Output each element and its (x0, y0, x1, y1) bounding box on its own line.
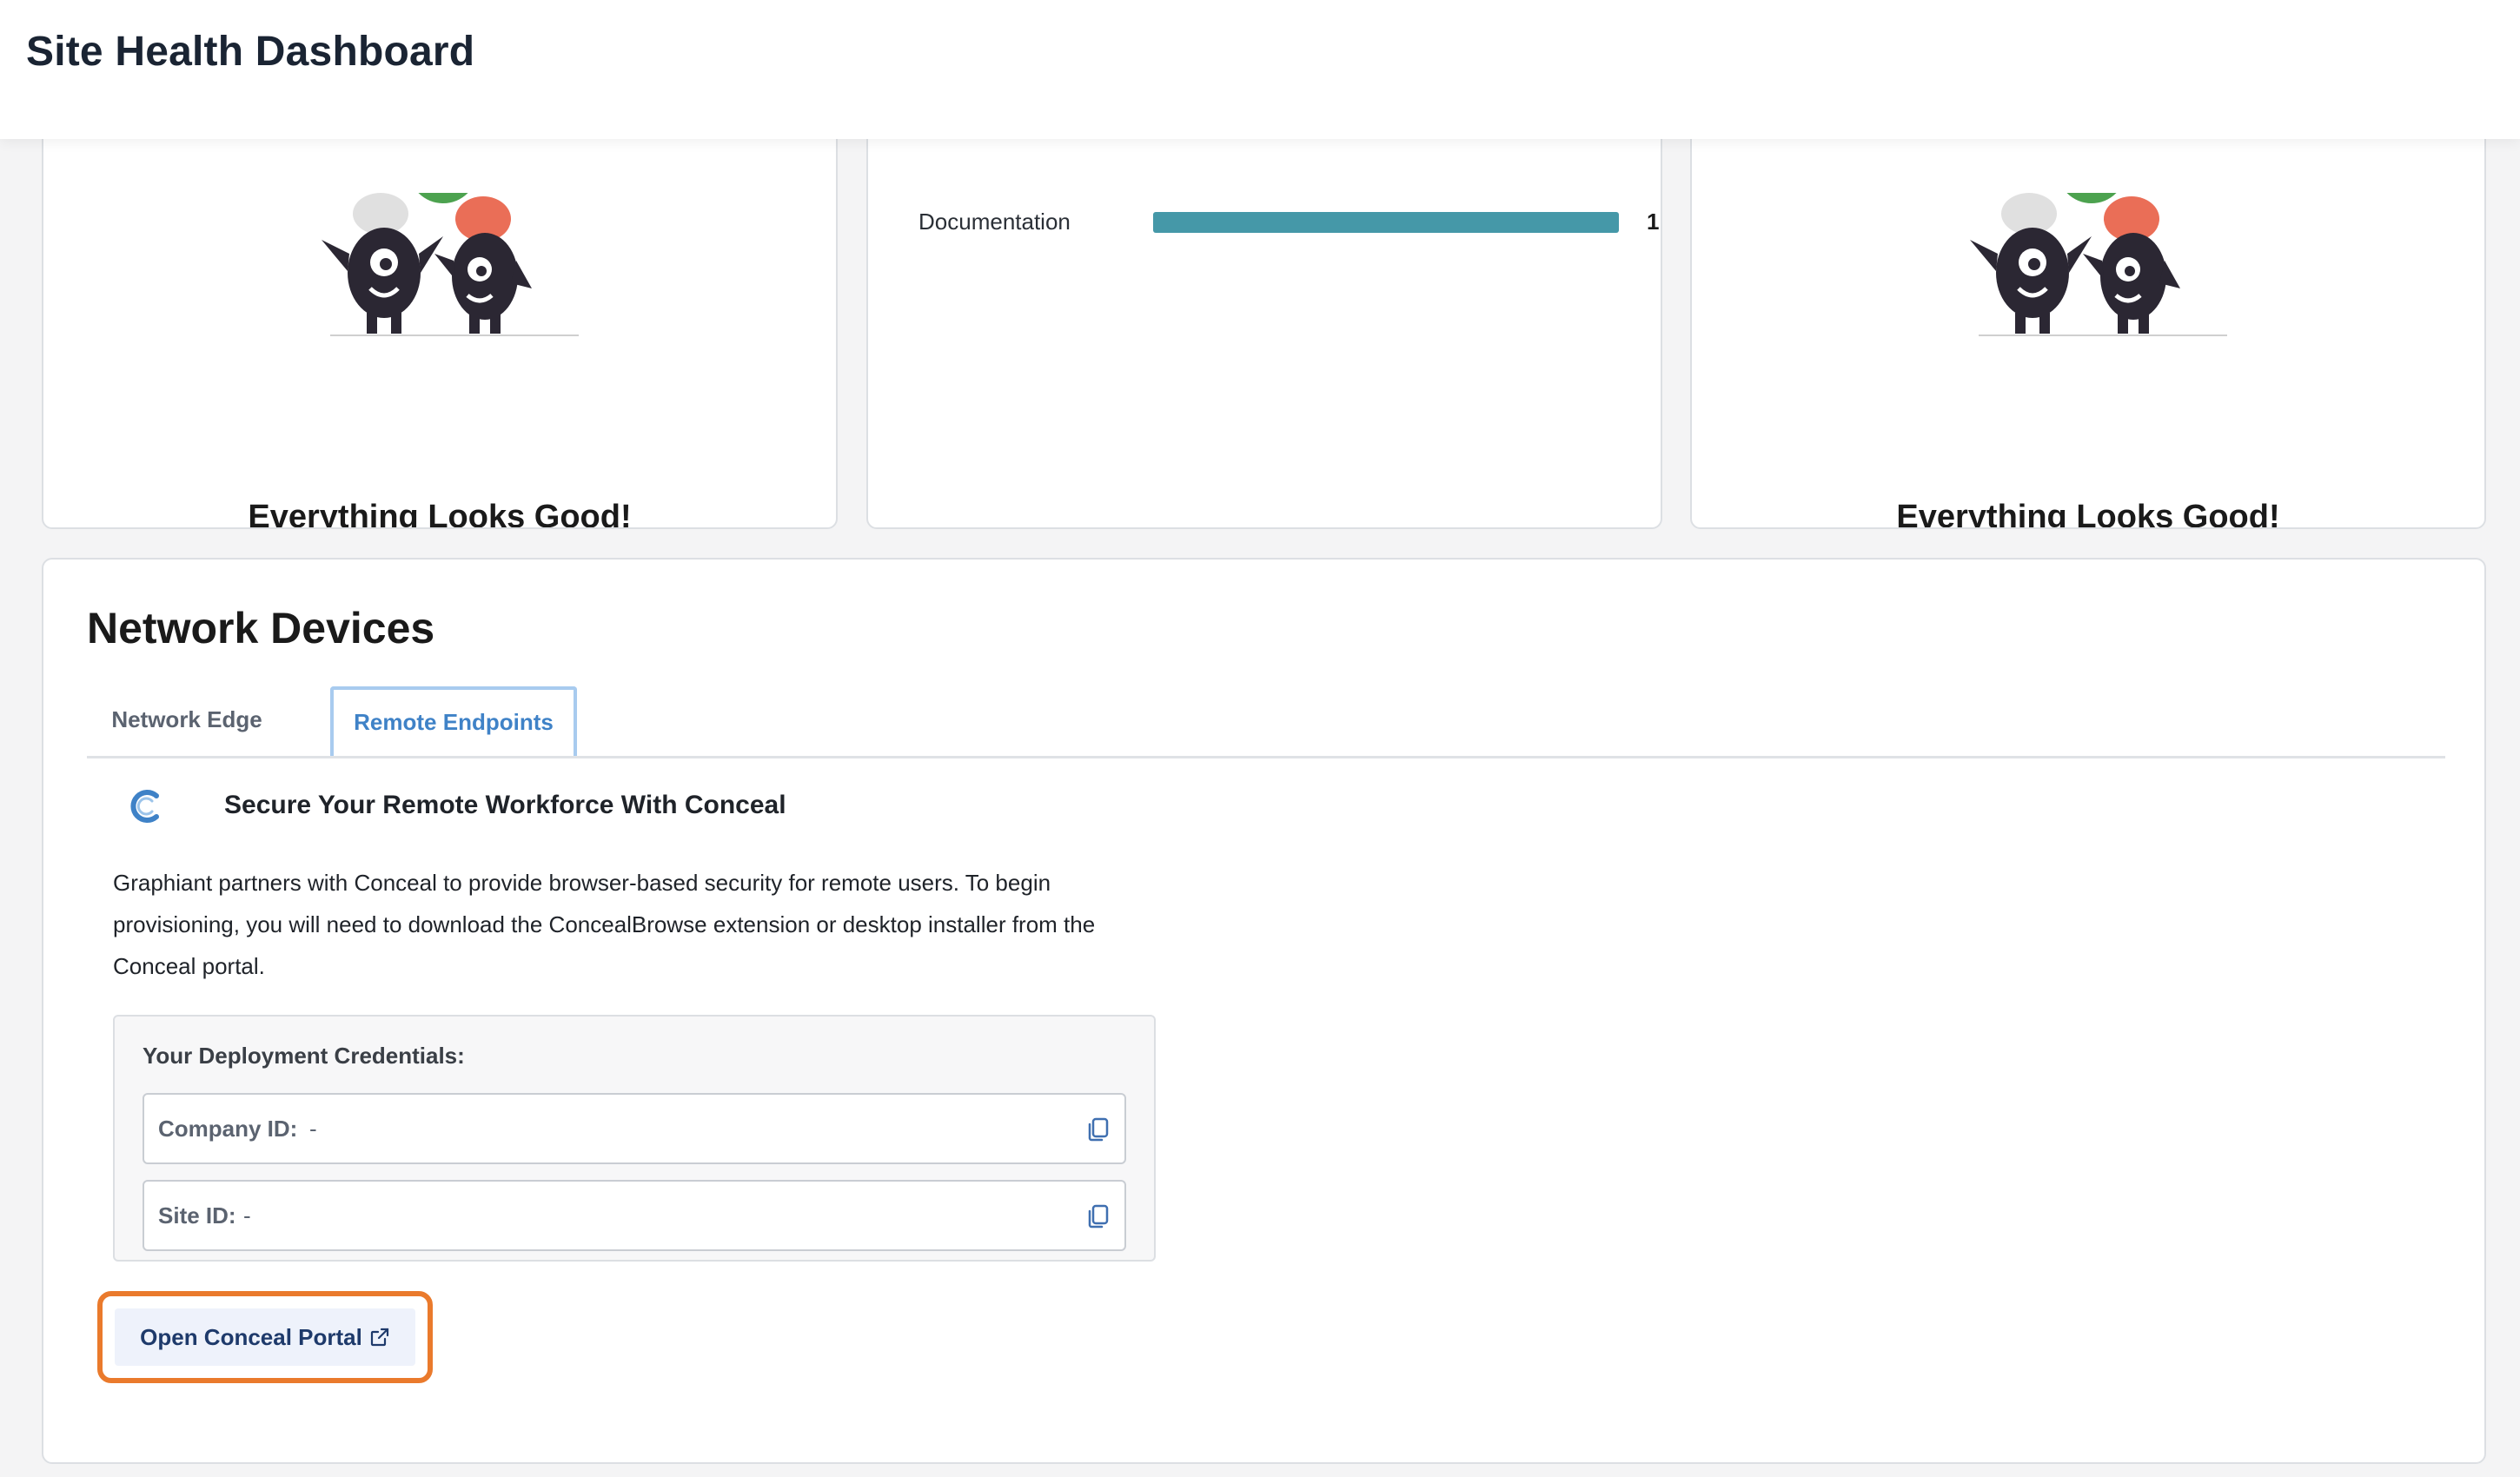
tab-remote-endpoints[interactable]: Remote Endpoints (330, 686, 577, 756)
bar-track (1153, 212, 1619, 233)
copy-icon[interactable] (1084, 1202, 1112, 1230)
open-conceal-portal-button[interactable]: Open Conceal Portal (115, 1308, 415, 1366)
status-card-left: Everything Looks Good! (42, 87, 838, 529)
page-title: Site Health Dashboard (26, 29, 475, 75)
credentials-label: Your Deployment Credentials: (143, 1043, 465, 1069)
status-card-middle: Documentation 1 (866, 87, 1662, 529)
mascot-illustration (322, 193, 579, 336)
site-id-value: - (243, 1202, 251, 1229)
open-conceal-portal-label: Open Conceal Portal (140, 1323, 362, 1350)
site-id-label: Site ID: (158, 1202, 236, 1229)
tab-network-edge[interactable]: Network Edge (87, 686, 287, 752)
deployment-credentials-box: Your Deployment Credentials: Company ID:… (113, 1015, 1156, 1262)
top-header: Site Health Dashboard (0, 0, 2520, 139)
company-id-label: Company ID: (158, 1116, 298, 1142)
company-id-value: - (309, 1116, 317, 1142)
conceal-logo-icon (130, 790, 159, 823)
company-id-field: Company ID: - (143, 1093, 1126, 1164)
section-title: Network Devices (87, 604, 435, 652)
mascot-illustration (1970, 193, 2227, 336)
copy-icon[interactable] (1084, 1116, 1112, 1143)
status-text: Everything Looks Good! (248, 499, 632, 529)
conceal-description: Graphiant partners with Conceal to provi… (113, 870, 1096, 979)
status-card-right: Everything Looks Good! (1690, 87, 2486, 529)
documentation-bar-row: Documentation 1 (918, 209, 1659, 243)
site-id-field: Site ID: - (143, 1180, 1126, 1251)
bar-value: 1 (1647, 209, 1660, 235)
network-devices-card: Network Devices Network Edge Remote Endp… (42, 558, 2486, 1464)
open-portal-highlight: Open Conceal Portal (97, 1291, 433, 1383)
bar-fill (1153, 212, 1619, 233)
external-link-icon (370, 1328, 388, 1347)
status-text: Everything Looks Good! (1896, 499, 2280, 529)
bar-label: Documentation (918, 209, 1071, 235)
tab-bar: Network Edge Remote Endpoints (87, 686, 2445, 758)
conceal-title: Secure Your Remote Workforce With Concea… (224, 791, 786, 819)
